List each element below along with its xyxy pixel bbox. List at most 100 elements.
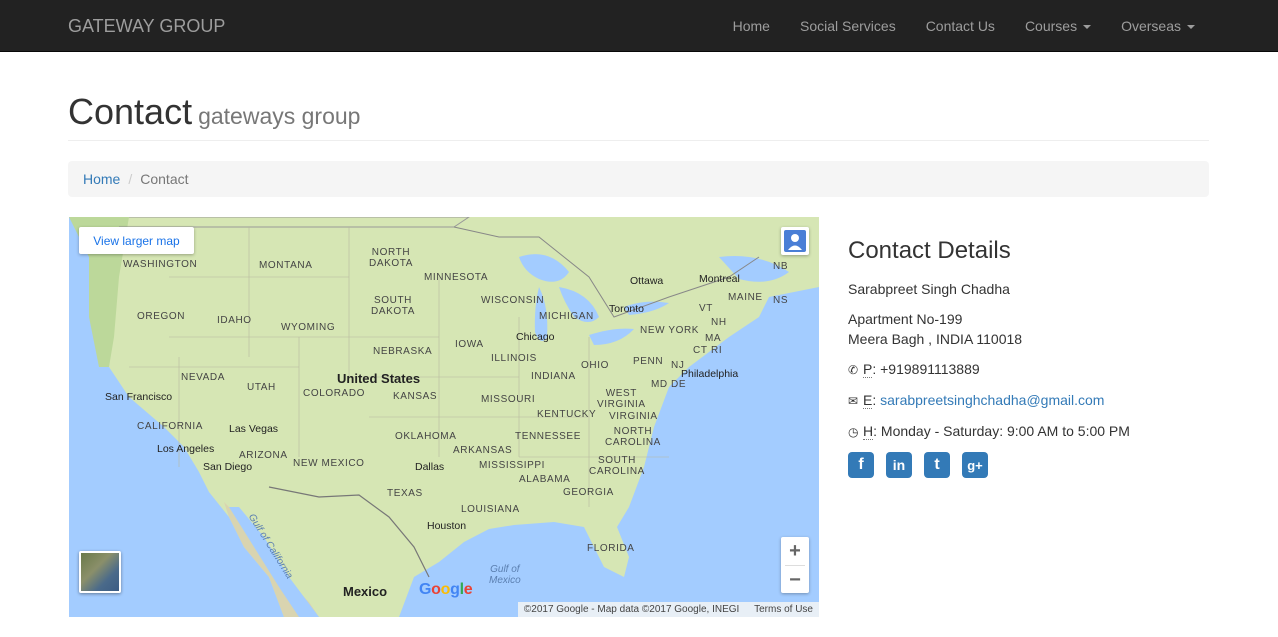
contact-name: Sarabpreet Singh Chadha [848, 281, 1010, 297]
map-label-north-dakota: NORTH DAKOTA [369, 247, 413, 269]
map-label-md: MD [651, 379, 668, 390]
map-label-arkansas: ARKANSAS [453, 445, 513, 456]
view-larger-map-button[interactable]: View larger map [79, 227, 194, 254]
satellite-view-toggle[interactable] [79, 551, 121, 593]
map-label-texas: TEXAS [387, 488, 423, 499]
phone-number: +919891113889 [880, 361, 980, 377]
map-label-michigan: MICHIGAN [539, 311, 594, 322]
address-line-2: Meera Bagh , INDIA 110018 [848, 331, 1023, 347]
map-label-nb: NB [773, 261, 789, 272]
navbar: GATEWAY GROUP Home Social Services Conta… [0, 0, 1278, 52]
google-logo[interactable]: Google [419, 581, 473, 599]
clock-icon: ◷ [848, 425, 859, 439]
map-label-iowa: IOWA [455, 339, 484, 350]
breadcrumb-current: Contact [140, 171, 189, 187]
map-label-north-carolina: NORTH CAROLINA [605, 426, 661, 448]
map-label-vt: VT [699, 303, 713, 314]
page-header: Contact gateways group [68, 92, 1209, 141]
map-label-ns: NS [773, 295, 789, 306]
map-label-indiana: INDIANA [531, 371, 576, 382]
social-links: f in t g+ [848, 452, 1208, 478]
map-label-missouri: MISSOURI [481, 394, 536, 405]
map-label-nevada: NEVADA [181, 372, 225, 383]
map-label-west-virginia: WEST VIRGINIA [597, 388, 646, 410]
map-copyright: ©2017 Google - Map data ©2017 Google, IN… [523, 604, 740, 615]
map-city-montreal: Montreal [699, 273, 740, 285]
breadcrumb-home-link[interactable]: Home [83, 171, 120, 187]
map-label-ma: MA [705, 333, 722, 344]
linkedin-icon[interactable]: in [886, 452, 912, 478]
map-label-maine: MAINE [728, 292, 763, 303]
zoom-out-button[interactable]: − [781, 566, 809, 594]
page-subtitle: gateways group [198, 103, 361, 129]
envelope-icon: ✉ [848, 394, 859, 408]
map-city-houston: Houston [427, 520, 467, 532]
person-icon [784, 230, 806, 252]
nav-social-services[interactable]: Social Services [785, 0, 911, 52]
map-label-arizona: ARIZONA [239, 450, 288, 461]
page-title: Contact gateways group [68, 91, 361, 132]
map-label-alabama: ALABAMA [519, 474, 571, 485]
map-city-ottawa: Ottawa [630, 275, 664, 287]
map-label-penn: PENN [633, 356, 664, 367]
street-view-pegman-icon[interactable] [781, 227, 809, 255]
map-city-san-diego: San Diego [203, 461, 253, 473]
map-zoom-control: + − [781, 537, 809, 593]
map-label-florida: FLORIDA [587, 543, 635, 554]
email-label: E [863, 392, 873, 409]
breadcrumb: Home / Contact [68, 161, 1209, 197]
map-label-tennessee: TENNESSEE [515, 431, 581, 442]
map-label-idaho: IDAHO [217, 315, 252, 326]
hours-value: Monday - Saturday: 9:00 AM to 5:00 PM [880, 423, 1130, 439]
map-label-ct: CT [693, 345, 708, 356]
map-label-ri: RI [711, 345, 723, 356]
nav-contact-us[interactable]: Contact Us [911, 0, 1010, 52]
map-label-mississippi: MISSISSIPPI [479, 460, 546, 471]
map-label-new-york: NEW YORK [640, 325, 700, 336]
caret-down-icon [1083, 25, 1092, 30]
contact-heading: Contact Details [848, 237, 1011, 264]
map-city-dallas: Dallas [415, 461, 445, 473]
nav-menu: Home Social Services Contact Us Courses … [718, 0, 1210, 52]
map-label-wyoming: WYOMING [281, 322, 336, 333]
google-plus-icon[interactable]: g+ [962, 452, 988, 478]
map-label-south-carolina: SOUTH CAROLINA [589, 455, 645, 477]
map-city-toronto: Toronto [609, 303, 645, 315]
phone-icon: ✆ [848, 363, 859, 377]
map-label-washington: WASHINGTON [123, 259, 198, 270]
map-city-los-angeles: Los Angeles [157, 443, 215, 455]
map-label-ohio: OHIO [581, 360, 609, 371]
map-label-de: DE [671, 379, 687, 390]
breadcrumb-separator: / [128, 171, 133, 187]
map-terms-link[interactable]: Terms of Use [754, 604, 813, 615]
map-label-california: CALIFORNIA [137, 421, 204, 432]
map-label-colorado: COLORADO [303, 388, 366, 399]
map-label-nh: NH [711, 317, 727, 328]
map-label-illinois: ILLINOIS [491, 353, 537, 364]
contact-email: ✉ E: sarabpreetsinghchadha@gmail.com [848, 390, 1208, 411]
map-label-south-dakota: SOUTH DAKOTA [371, 295, 415, 317]
map-label-oregon: OREGON [137, 311, 186, 322]
twitter-icon[interactable]: t [924, 452, 950, 478]
map-label-minnesota: MINNESOTA [424, 272, 489, 283]
map-label-oklahoma: OKLAHOMA [395, 431, 457, 442]
email-link[interactable]: sarabpreetsinghchadha@gmail.com [880, 392, 1104, 408]
hours-label: H [863, 423, 874, 440]
map-label-kentucky: KENTUCKY [537, 409, 597, 420]
google-map[interactable]: WASHINGTON MONTANA NORTH DAKOTA MINNESOT… [69, 217, 819, 617]
contact-phone: ✆ P: +919891113889 [848, 359, 1208, 380]
address-line-1: Apartment No-199 [848, 311, 963, 327]
facebook-icon[interactable]: f [848, 452, 874, 478]
nav-home[interactable]: Home [718, 0, 785, 52]
map-label-louisiana: LOUISIANA [461, 504, 520, 515]
brand-logo[interactable]: GATEWAY GROUP [68, 16, 225, 37]
map-city-san-francisco: San Francisco [105, 391, 173, 403]
caret-down-icon [1187, 25, 1195, 30]
map-label-kansas: KANSAS [393, 391, 438, 402]
map-label-wisconsin: WISCONSIN [481, 295, 545, 306]
nav-overseas-dropdown[interactable]: Overseas [1106, 0, 1210, 52]
map-city-philadelphia: Philadelphia [681, 368, 739, 380]
nav-courses-dropdown[interactable]: Courses [1010, 0, 1106, 52]
zoom-in-button[interactable]: + [781, 537, 809, 565]
map-label-georgia: GEORGIA [563, 487, 614, 498]
